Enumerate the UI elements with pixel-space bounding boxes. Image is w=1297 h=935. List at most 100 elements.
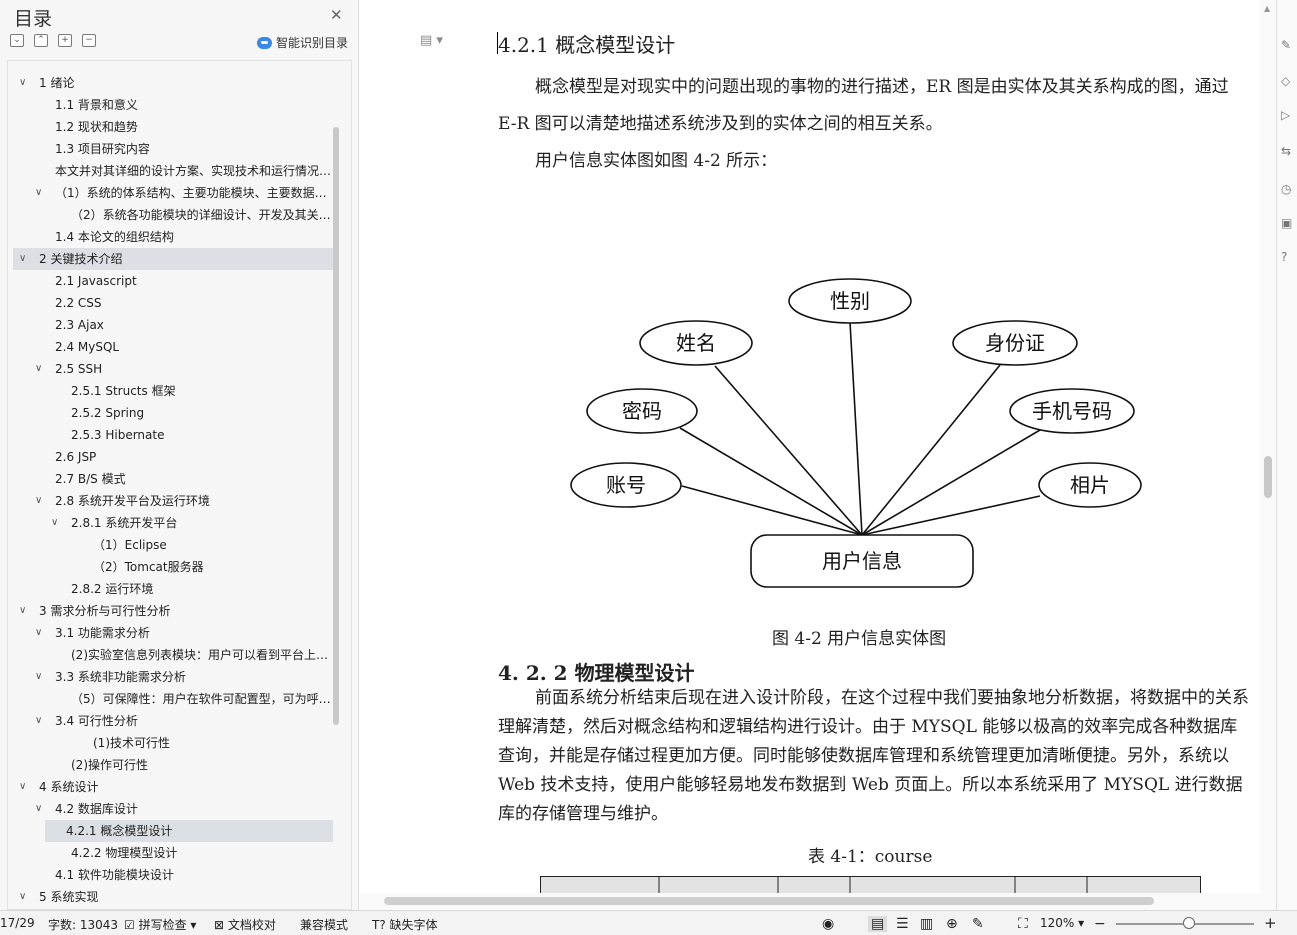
- chevron-down-icon[interactable]: ∨: [35, 710, 42, 732]
- pointer-icon[interactable]: ▷: [1281, 108, 1290, 122]
- zoom-slider-handle[interactable]: [1183, 917, 1195, 929]
- chevron-down-icon[interactable]: ∨: [51, 512, 58, 534]
- toc-item[interactable]: 本文并对其详细的设计方案、实现技术和运行情况进行了全面的阐述。: [13, 160, 333, 182]
- compat-mode-label: 兼容模式: [300, 918, 349, 932]
- adjust-icon[interactable]: ⇆: [1281, 144, 1291, 158]
- toc-item[interactable]: 4.2.2 物理模型设计: [13, 842, 333, 864]
- toc-item[interactable]: 2.5.3 Hibernate: [13, 424, 333, 446]
- toc-item[interactable]: ∨ 2 关键技术介绍: [13, 248, 333, 270]
- close-icon[interactable]: ✕: [330, 6, 343, 24]
- chevron-down-icon[interactable]: ∨: [35, 622, 42, 644]
- er-link: [861, 429, 1041, 536]
- page-indicator[interactable]: 17/29: [0, 916, 35, 930]
- toc-scrollbar[interactable]: [333, 127, 339, 725]
- toc-item[interactable]: ∨ 4.2 数据库设计: [13, 798, 333, 820]
- spell-check-button[interactable]: ☑ 拼写检查 ▾: [124, 916, 196, 933]
- paragraph: 用户信息实体图如图 4-2 所示：: [535, 151, 778, 171]
- status-bar: 17/29 字数: 13043 ☑ 拼写检查 ▾ ⊠ 文档校对 兼容模式 T? …: [0, 910, 1297, 935]
- collapse-all-icon[interactable]: ⌃: [34, 34, 48, 47]
- chevron-down-icon[interactable]: ∨: [19, 72, 26, 94]
- toc-item[interactable]: (1)技术可行性: [13, 732, 333, 754]
- clock-icon[interactable]: ◷: [1281, 182, 1291, 196]
- toc-item[interactable]: 1.4 本论文的组织结构: [13, 226, 333, 248]
- word-count[interactable]: 字数: 13043: [48, 916, 118, 933]
- toc-item[interactable]: 2.6 JSP: [13, 446, 333, 468]
- chevron-down-icon[interactable]: ∨: [19, 248, 26, 270]
- toc-item[interactable]: （1）Eclipse: [13, 534, 333, 556]
- toc-item[interactable]: 2.7 B/S 模式: [13, 468, 333, 490]
- toc-item[interactable]: （2）Tomcat服务器: [13, 556, 333, 578]
- chevron-down-icon[interactable]: ∨: [19, 600, 26, 622]
- page-view-icon[interactable]: ▤: [868, 916, 888, 932]
- scroll-thumb[interactable]: [1264, 456, 1272, 498]
- toc-item[interactable]: 2.4 MySQL: [13, 336, 333, 358]
- toc-item[interactable]: 2.3 Ajax: [13, 314, 333, 336]
- remove-heading-icon[interactable]: −: [82, 34, 96, 47]
- toc-item[interactable]: ∨ 3 需求分析与可行性分析: [13, 600, 333, 622]
- toc-item[interactable]: ∨ 2.8.1 系统开发平台: [13, 512, 333, 534]
- toc-item[interactable]: 1.3 项目研究内容: [13, 138, 333, 160]
- pen-icon[interactable]: ✎: [972, 916, 984, 932]
- toc-item[interactable]: 2.5.1 Structs 框架: [13, 380, 333, 402]
- toc-item[interactable]: ∨ 2.8 系统开发平台及运行环境: [13, 490, 333, 512]
- reading-view-icon[interactable]: ▥: [920, 916, 933, 932]
- toc-item[interactable]: 2.2 CSS: [13, 292, 333, 314]
- scroll-up-icon[interactable]: ▲: [1264, 4, 1270, 13]
- toc-item[interactable]: ∨ 4 系统设计: [13, 776, 333, 798]
- toc-item[interactable]: 1.2 现状和趋势: [13, 116, 333, 138]
- toc-item[interactable]: （5）可保障性：用户在软件可配置型，可为呼叫中心提供服务: [13, 688, 333, 710]
- toc-item[interactable]: ∨（1）系统的体系结构、主要功能模块、主要数据库表的设计: [13, 182, 333, 204]
- paragraph: 概念模型是对现实中的问题出现的事物的进行描述，ER 图是由实体及其关系构成的图，…: [498, 77, 1229, 134]
- toc-item[interactable]: ∨ 2.5 SSH: [13, 358, 333, 380]
- scroll-thumb[interactable]: [384, 897, 1154, 905]
- section-heading: 4.2.1 概念模型设计: [498, 33, 676, 57]
- paragraph: 前面系统分析结束后现在进入设计阶段，在这个过程中我们要抽象地分析数据，将数据中的…: [498, 688, 1249, 824]
- chevron-down-icon[interactable]: ∨: [35, 798, 42, 820]
- smart-toc-button[interactable]: 智能识别目录: [257, 34, 348, 51]
- missing-font-button[interactable]: T? 缺失字体: [372, 916, 438, 933]
- toc-item[interactable]: ∨ 3.3 系统非功能需求分析: [13, 666, 333, 688]
- expand-all-icon[interactable]: ⌄: [10, 34, 24, 47]
- eye-icon[interactable]: ◉: [822, 916, 834, 932]
- toc-item[interactable]: (2)操作可行性: [13, 754, 333, 776]
- right-tool-rail: ✎ ◇ ▷ ⇆ ◷ ▣ ?: [1276, 0, 1297, 910]
- toc-item[interactable]: 2.5.2 Spring: [13, 402, 333, 424]
- document-page: ▤ ▾ 4.2.1 概念模型设计 概念模型是对现实中的问题出现的事物的进行描述，…: [360, 0, 1260, 910]
- toc-item[interactable]: ∨ 3.4 可行性分析: [13, 710, 333, 732]
- web-view-icon[interactable]: ⊕: [946, 916, 958, 932]
- document-horizontal-scrollbar[interactable]: [360, 893, 1260, 910]
- proofread-button[interactable]: ⊠ 文档校对: [214, 916, 276, 933]
- er-link: [681, 485, 863, 536]
- zoom-out-icon[interactable]: −: [1094, 916, 1106, 932]
- shape-icon[interactable]: ◇: [1281, 74, 1290, 88]
- help-icon[interactable]: ?: [1281, 250, 1287, 264]
- chevron-down-icon[interactable]: ∨: [19, 886, 26, 908]
- document-icon[interactable]: ▤ ▾: [420, 33, 443, 48]
- document-vertical-scrollbar[interactable]: ▲: [1260, 0, 1276, 910]
- toc-item[interactable]: 1.1 背景和意义: [13, 94, 333, 116]
- er-link: [679, 427, 863, 536]
- toc-item-current[interactable]: 4.2.1 概念模型设计: [45, 820, 333, 842]
- toc-item[interactable]: ∨ 3.1 功能需求分析: [13, 622, 333, 644]
- zoom-level[interactable]: 120% ▾: [1040, 916, 1084, 930]
- chevron-down-icon[interactable]: ∨: [19, 776, 26, 798]
- outline-view-icon[interactable]: ☰: [896, 916, 909, 932]
- toc-item[interactable]: ∨ 5 系统实现: [13, 886, 333, 908]
- chevron-down-icon[interactable]: ∨: [35, 490, 42, 512]
- er-attribute: 性别: [830, 289, 870, 313]
- add-heading-icon[interactable]: +: [58, 34, 72, 47]
- toc-item[interactable]: （2）系统各功能模块的详细设计、开发及其关键技术实现: [13, 204, 333, 226]
- chevron-down-icon[interactable]: ∨: [35, 358, 42, 380]
- toc-item[interactable]: 2.8.2 运行环境: [13, 578, 333, 600]
- edit-icon[interactable]: ✎: [1281, 38, 1291, 52]
- image-icon[interactable]: ▣: [1281, 216, 1292, 230]
- toc-item[interactable]: 4.1 软件功能模块设计: [13, 864, 333, 886]
- chevron-down-icon[interactable]: ∨: [35, 666, 42, 688]
- toc-item[interactable]: (2)实验室信息列表模块：用户可以看到平台上所有实验室信息: [13, 644, 333, 666]
- toc-item[interactable]: ∨ 1 绪论: [13, 72, 333, 94]
- zoom-in-icon[interactable]: +: [1264, 914, 1277, 932]
- fit-page-icon[interactable]: ⛶: [1018, 916, 1028, 932]
- chevron-down-icon[interactable]: ∨: [35, 182, 42, 204]
- er-attribute: 账号: [606, 473, 646, 497]
- toc-item[interactable]: 2.1 Javascript: [13, 270, 333, 292]
